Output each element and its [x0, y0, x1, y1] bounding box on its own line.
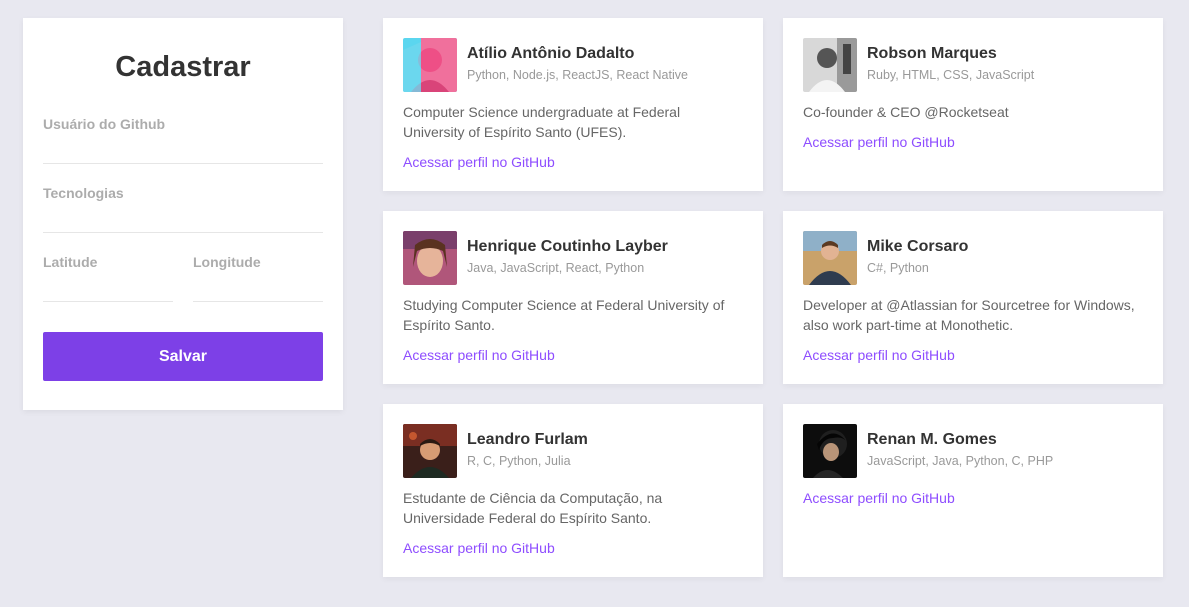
avatar [403, 231, 457, 285]
longitude-field: Longitude [193, 253, 323, 303]
dev-bio: Studying Computer Science at Federal Uni… [403, 297, 725, 333]
avatar [403, 38, 457, 92]
dev-bio: Co-founder & CEO @Rocketseat [803, 104, 1009, 120]
longitude-label: Longitude [193, 254, 261, 270]
dev-bio: Computer Science undergraduate at Federa… [403, 104, 681, 140]
avatar [403, 424, 457, 478]
dev-card: Atílio Antônio Dadalto Python, Node.js, … [383, 18, 763, 191]
github-profile-link[interactable]: Acessar perfil no GitHub [803, 132, 955, 152]
dev-techs: Java, JavaScript, React, Python [467, 260, 645, 275]
avatar [803, 231, 857, 285]
techs-field: Tecnologias [43, 184, 323, 234]
latitude-field: Latitude [43, 253, 173, 303]
github-profile-link[interactable]: Acessar perfil no GitHub [403, 538, 555, 558]
dev-techs: Ruby, HTML, CSS, JavaScript [867, 67, 1035, 82]
github-profile-link[interactable]: Acessar perfil no GitHub [403, 152, 555, 172]
dev-name: Renan M. Gomes [867, 430, 997, 448]
github-profile-link[interactable]: Acessar perfil no GitHub [403, 345, 555, 365]
github-user-input[interactable] [43, 137, 323, 165]
dev-name: Leandro Furlam [467, 430, 588, 448]
dev-bio: Developer at @Atlassian for Sourcetree f… [803, 297, 1135, 333]
dev-name: Mike Corsaro [867, 237, 969, 255]
save-button[interactable]: Salvar [43, 332, 323, 381]
github-profile-link[interactable]: Acessar perfil no GitHub [803, 488, 955, 508]
dev-bio: Estudante de Ciência da Computação, na U… [403, 490, 663, 526]
avatar [803, 38, 857, 92]
dev-techs: JavaScript, Java, Python, C, PHP [867, 453, 1054, 468]
techs-label: Tecnologias [43, 185, 124, 201]
latitude-input[interactable] [43, 275, 173, 303]
form-title: Cadastrar [115, 51, 251, 83]
techs-input[interactable] [43, 206, 323, 234]
github-profile-link[interactable]: Acessar perfil no GitHub [803, 345, 955, 365]
dev-techs: R, C, Python, Julia [467, 453, 571, 468]
latitude-label: Latitude [43, 254, 98, 270]
dev-card: Renan M. Gomes JavaScript, Java, Python,… [783, 404, 1163, 577]
dev-name: Robson Marques [867, 44, 997, 62]
register-form: Cadastrar Usuário do Github Tecnologias … [23, 18, 343, 410]
dev-techs: C#, Python [867, 260, 929, 275]
github-user-field: Usuário do Github [43, 115, 323, 165]
dev-name: Atílio Antônio Dadalto [467, 44, 635, 62]
dev-card: Leandro Furlam R, C, Python, Julia Estud… [383, 404, 763, 577]
dev-name: Henrique Coutinho Layber [467, 237, 668, 255]
dev-card: Henrique Coutinho Layber Java, JavaScrip… [383, 211, 763, 384]
github-user-label: Usuário do Github [43, 116, 166, 132]
longitude-input[interactable] [193, 275, 323, 303]
dev-techs: Python, Node.js, ReactJS, React Native [467, 67, 688, 82]
dev-card: Robson Marques Ruby, HTML, CSS, JavaScri… [783, 18, 1163, 191]
avatar [803, 424, 857, 478]
dev-card: Mike Corsaro C#, Python Developer at @At… [783, 211, 1163, 384]
